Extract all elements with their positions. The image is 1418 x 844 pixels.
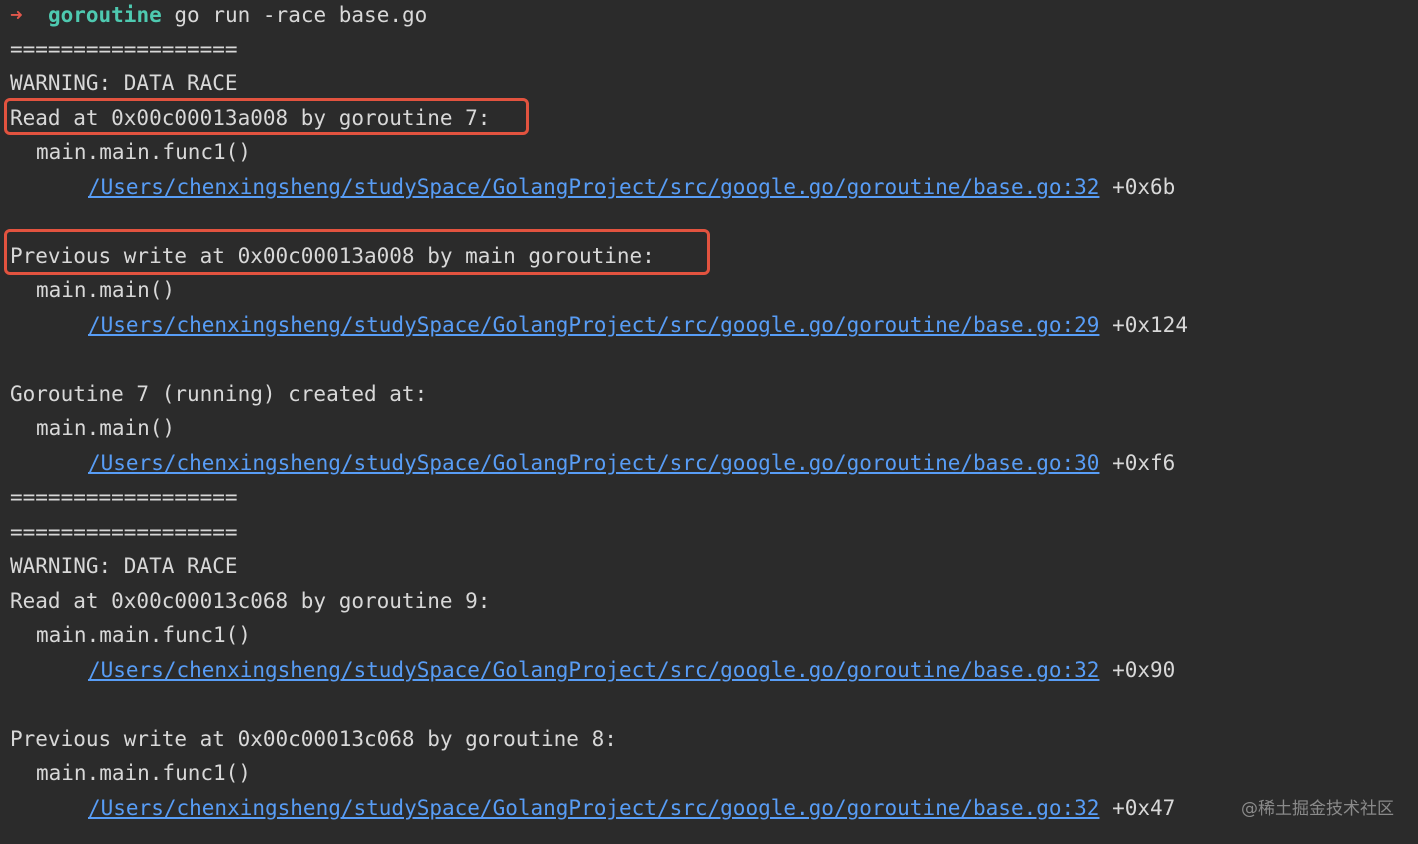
warning-line: WARNING: DATA RACE	[10, 71, 238, 95]
stack-func-line: main.main.func1()	[36, 140, 251, 164]
highlight-box-read	[4, 98, 529, 135]
prompt-arrow-icon: ➜	[10, 3, 23, 27]
warning-line: WARNING: DATA RACE	[10, 554, 238, 578]
terminal-window[interactable]: ➜ goroutine go run -race base.go =======…	[0, 0, 1418, 844]
file-path-link[interactable]: /Users/chenxingsheng/studySpace/GolangPr…	[88, 451, 1099, 475]
stack-func-line: main.main.func1()	[36, 623, 251, 647]
stack-offset: +0x90	[1112, 658, 1176, 682]
prompt-directory: goroutine	[47, 3, 162, 27]
read-line: Read at 0x00c00013c068 by goroutine 9:	[10, 589, 491, 613]
goroutine-created-line: Goroutine 7 (running) created at:	[10, 382, 428, 406]
stack-func-line: main.main.func1()	[36, 761, 251, 785]
watermark: @稀土掘金技术社区	[1241, 799, 1394, 819]
previous-write-line: Previous write at 0x00c00013c068 by goro…	[10, 727, 617, 751]
separator-line: ==================	[10, 37, 238, 61]
separator-line: ==================	[10, 485, 238, 509]
stack-path-line: /Users/chenxingsheng/studySpace/GolangPr…	[88, 172, 1175, 202]
highlight-box-write	[4, 229, 710, 275]
file-path-link[interactable]: /Users/chenxingsheng/studySpace/GolangPr…	[88, 313, 1099, 337]
stack-path-line: /Users/chenxingsheng/studySpace/GolangPr…	[88, 310, 1188, 340]
stack-offset: +0x6b	[1112, 175, 1176, 199]
file-path-link[interactable]: /Users/chenxingsheng/studySpace/GolangPr…	[88, 175, 1099, 199]
stack-offset: +0x47	[1112, 796, 1176, 820]
stack-path-line: /Users/chenxingsheng/studySpace/GolangPr…	[88, 448, 1175, 478]
stack-path-line: /Users/chenxingsheng/studySpace/GolangPr…	[88, 655, 1175, 685]
file-path-link[interactable]: /Users/chenxingsheng/studySpace/GolangPr…	[88, 658, 1099, 682]
stack-func-line: main.main()	[36, 416, 176, 440]
stack-offset: +0xf6	[1112, 451, 1176, 475]
file-path-link[interactable]: /Users/chenxingsheng/studySpace/GolangPr…	[88, 796, 1099, 820]
stack-func-line: main.main()	[36, 278, 176, 302]
stack-path-line: /Users/chenxingsheng/studySpace/GolangPr…	[88, 793, 1175, 823]
prompt-line: ➜ goroutine go run -race base.go	[10, 0, 427, 30]
stack-offset: +0x124	[1112, 313, 1188, 337]
prompt-command: go run -race base.go	[174, 3, 428, 27]
separator-line: ==================	[10, 520, 238, 544]
